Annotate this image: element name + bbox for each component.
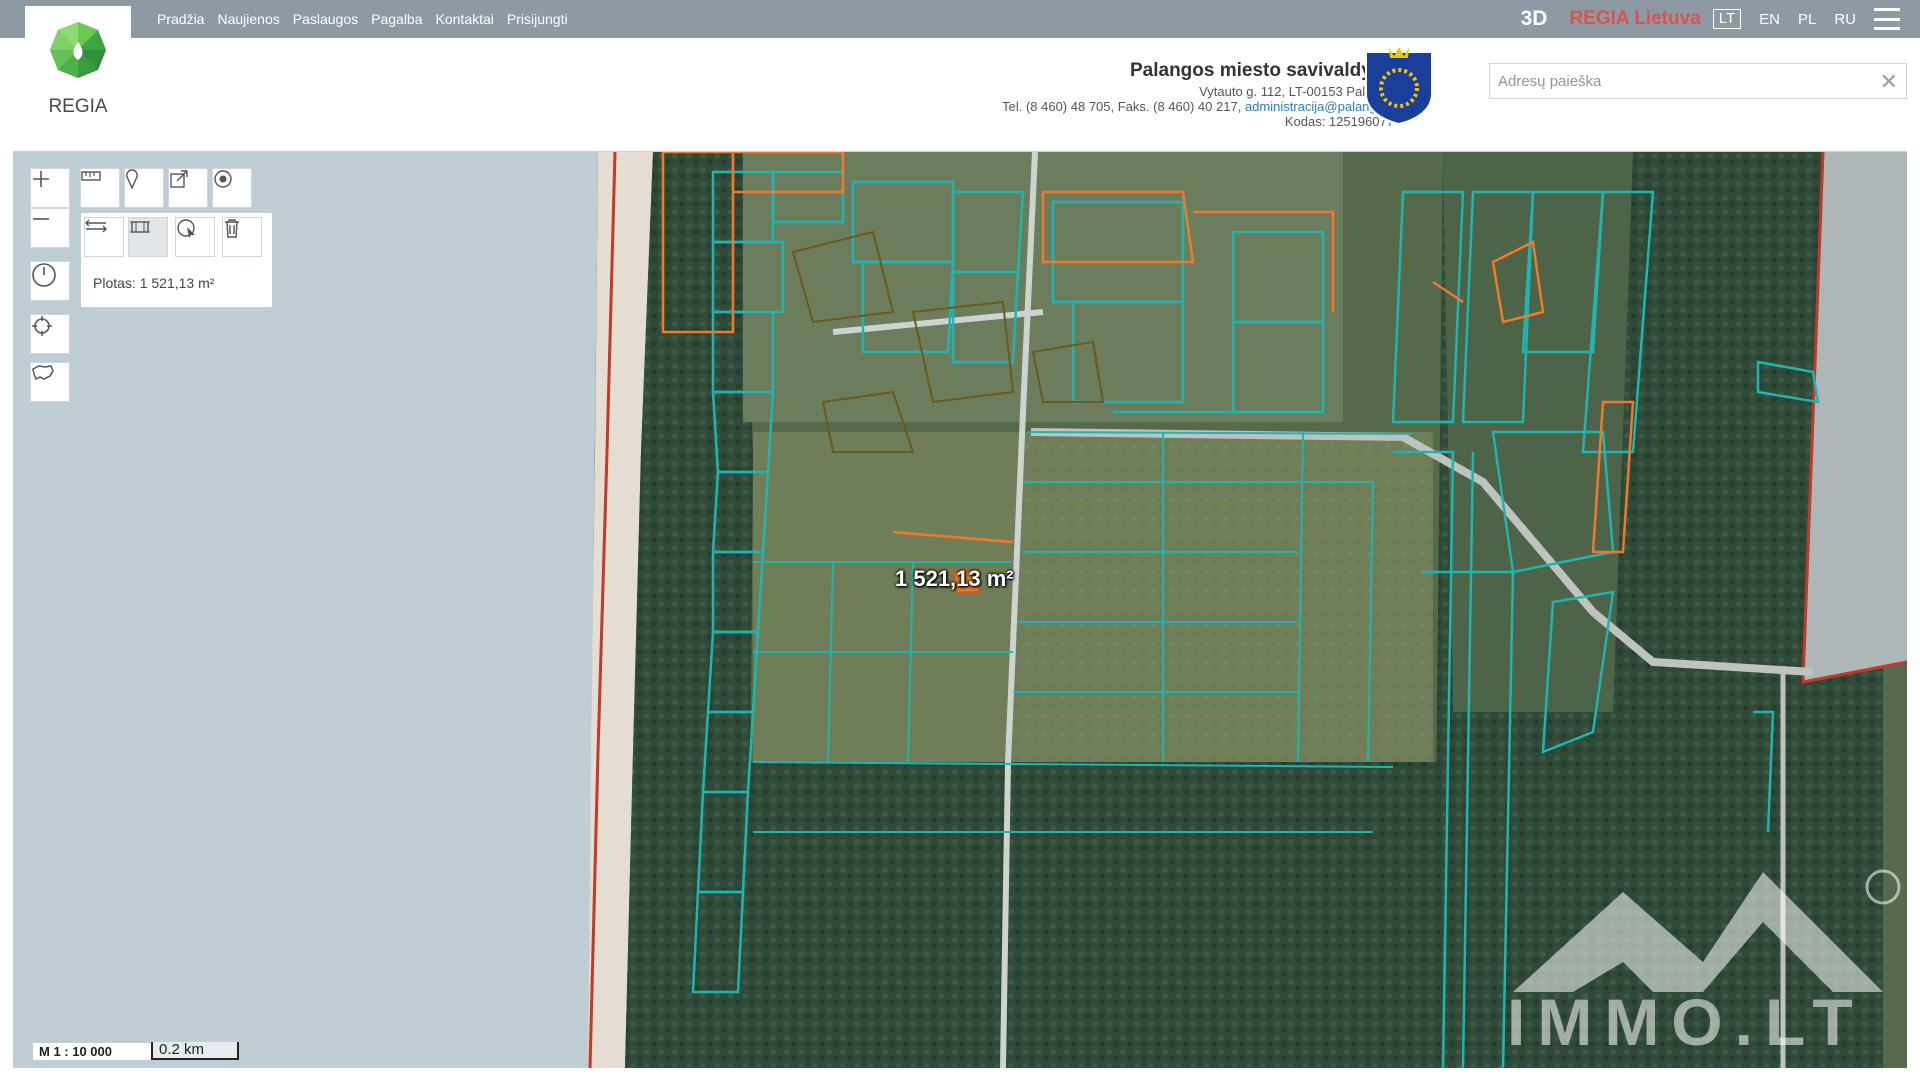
measure-distance-button[interactable] bbox=[84, 217, 124, 257]
locate-button[interactable] bbox=[30, 314, 70, 354]
scale-bar: M 1 : 10 000 0.2 km bbox=[33, 1042, 239, 1060]
pin-button[interactable] bbox=[124, 168, 164, 208]
search-input[interactable] bbox=[1490, 64, 1886, 98]
scale-distance: 0.2 km bbox=[159, 1041, 205, 1058]
pin-icon bbox=[126, 169, 138, 189]
address-search: ✕ bbox=[1489, 63, 1907, 99]
ruler-icon bbox=[81, 171, 101, 181]
municipality-phone: Tel. (8 460) 48 705, Faks. (8 460) 40 21… bbox=[1002, 99, 1242, 114]
3d-button[interactable]: 3D bbox=[1521, 7, 1548, 31]
main-nav: Pradžia Naujienos Paslaugos Pagalba Kont… bbox=[157, 0, 568, 38]
lang-en[interactable]: EN bbox=[1759, 11, 1780, 28]
distance-icon bbox=[85, 219, 107, 233]
measure-panel: Plotas: 1 521,13 m² bbox=[81, 213, 272, 307]
lang-lt[interactable]: LT bbox=[1712, 9, 1742, 29]
plus-icon bbox=[33, 171, 49, 187]
lithuania-extent-button[interactable] bbox=[30, 362, 70, 402]
regia-logo-icon: REGIA bbox=[48, 22, 108, 117]
target-icon bbox=[214, 170, 232, 188]
measure-button[interactable] bbox=[80, 168, 120, 208]
close-icon[interactable]: ✕ bbox=[1880, 69, 1898, 95]
share-icon bbox=[170, 170, 188, 188]
share-button[interactable] bbox=[168, 168, 208, 208]
lang-ru[interactable]: RU bbox=[1834, 11, 1856, 28]
nav-pradzia[interactable]: Pradžia bbox=[157, 11, 204, 27]
top-bar: Pradžia Naujienos Paslaugos Pagalba Kont… bbox=[0, 0, 1920, 38]
area-icon bbox=[130, 221, 150, 233]
top-right-controls: 3D REGIA Lietuva LT EN PL RU bbox=[1521, 0, 1920, 38]
nav-prisijungti[interactable]: Prisijungti bbox=[507, 11, 568, 27]
regia-logo[interactable]: REGIA bbox=[25, 6, 131, 128]
trash-icon bbox=[225, 219, 239, 238]
minus-icon bbox=[33, 218, 49, 220]
nav-kontaktai[interactable]: Kontaktai bbox=[436, 11, 494, 27]
map-view[interactable]: 1 521,13 m² IMMO.LT Plotas: 1 521,13 m² … bbox=[13, 151, 1907, 1068]
municipality-address: Vytauto g. 112, LT-00153 Palanga bbox=[1199, 84, 1394, 99]
nav-naujienos[interactable]: Naujienos bbox=[217, 11, 279, 27]
clock-icon bbox=[32, 263, 56, 287]
identify-button[interactable] bbox=[175, 217, 215, 257]
watermark-text: IMMO.LT bbox=[1507, 985, 1865, 1059]
nav-pagalba[interactable]: Pagalba bbox=[371, 11, 422, 27]
crosshair-icon bbox=[32, 316, 52, 336]
hamburger-icon[interactable] bbox=[1874, 8, 1900, 30]
delete-button[interactable] bbox=[222, 217, 262, 257]
measure-area-button[interactable] bbox=[128, 217, 168, 257]
area-result: Plotas: 1 521,13 m² bbox=[93, 275, 215, 291]
coat-of-arms-icon bbox=[1364, 44, 1434, 126]
municipality-name: Palangos miesto savivaldybė bbox=[1129, 60, 1394, 81]
identify-icon bbox=[177, 219, 195, 238]
lithuania-map-icon bbox=[32, 365, 54, 381]
nav-paslaugos[interactable]: Paslaugos bbox=[293, 11, 358, 27]
municipality-code: Kodas: 125196077 bbox=[1284, 114, 1394, 129]
target-button[interactable] bbox=[212, 168, 252, 208]
lang-pl[interactable]: PL bbox=[1798, 11, 1816, 28]
scale-ratio: M 1 : 10 000 bbox=[33, 1043, 151, 1060]
history-button[interactable] bbox=[30, 261, 70, 301]
regia-lietuva-link[interactable]: REGIA Lietuva bbox=[1569, 8, 1700, 30]
map-canvas[interactable] bbox=[13, 152, 1907, 1068]
svg-text:REGIA: REGIA bbox=[48, 96, 107, 117]
area-measure-label: 1 521,13 m² bbox=[895, 566, 1014, 591]
zoom-out-button[interactable] bbox=[30, 208, 70, 248]
south-forest bbox=[748, 762, 1448, 1068]
municipality-info: Palangos miesto savivaldybė Vytauto g. 1… bbox=[1002, 58, 1394, 129]
zoom-in-button[interactable] bbox=[30, 168, 70, 208]
